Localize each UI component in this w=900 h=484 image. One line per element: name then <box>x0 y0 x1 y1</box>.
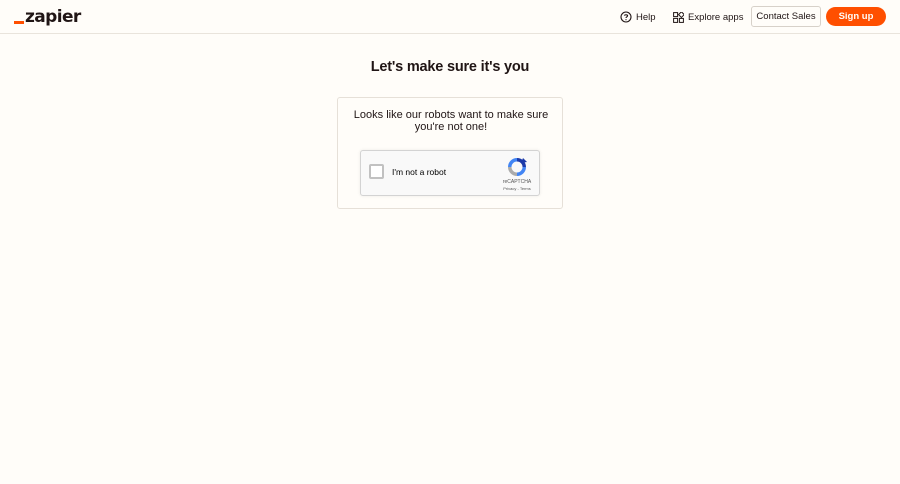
apps-grid-icon <box>673 11 684 23</box>
sign-up-label: Sign up <box>838 11 874 22</box>
sign-up-button[interactable]: Sign up <box>826 7 886 26</box>
recaptcha-terms-link[interactable]: Terms <box>520 186 531 191</box>
explore-apps-label: Explore apps <box>688 11 744 23</box>
verification-card: Looks like our robots want to make sure … <box>337 97 563 209</box>
help-label: Help <box>636 11 656 23</box>
recaptcha-privacy-link[interactable]: Privacy <box>503 186 516 191</box>
contact-sales-button[interactable]: Contact Sales <box>751 6 821 27</box>
contact-sales-label: Contact Sales <box>756 11 816 22</box>
logo-underscore <box>14 21 24 24</box>
recaptcha-label: I'm not a robot <box>392 167 447 177</box>
help-link[interactable]: Help <box>620 9 656 25</box>
recaptcha-checkbox[interactable] <box>369 164 384 179</box>
explore-apps-link[interactable]: Explore apps <box>673 9 743 25</box>
recaptcha-widget: I'm not a robot reCAPTCHA Privacy - Term… <box>360 150 540 196</box>
recaptcha-brand: reCAPTCHA <box>502 179 532 185</box>
help-circle-icon <box>620 11 632 23</box>
top-navigation-bar: zapier Help Explore apps Contact Sales S… <box>0 0 900 34</box>
verification-message: Looks like our robots want to make sure … <box>353 109 549 133</box>
page-title: Let's make sure it's you <box>370 59 530 75</box>
logo-text: zapier <box>25 7 81 27</box>
zapier-logo[interactable]: zapier <box>14 8 81 26</box>
recaptcha-logo-icon <box>508 158 527 176</box>
recaptcha-links: Privacy - Terms <box>495 186 539 191</box>
